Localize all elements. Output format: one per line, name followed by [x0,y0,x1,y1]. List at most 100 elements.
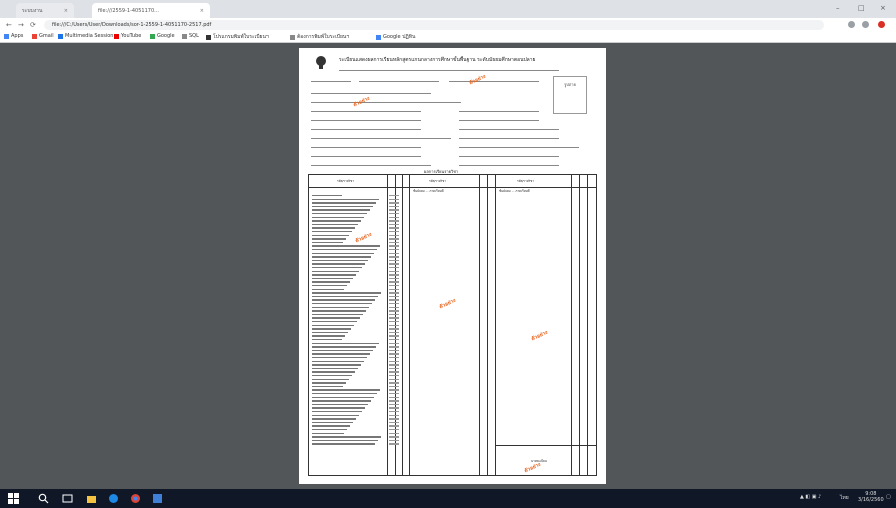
course-row-line [312,371,355,373]
grade-mark [389,241,399,244]
menu-icon[interactable] [878,21,885,28]
field-line [311,138,451,139]
grade-mark [389,277,399,280]
field-line [311,147,421,148]
close-icon[interactable]: × [64,8,68,14]
column-divider [402,175,403,475]
course-row-line [312,411,362,413]
forward-icon[interactable]: → [18,21,24,29]
star-icon[interactable] [848,21,855,28]
course-row-line [312,270,359,272]
course-row-line [312,227,355,229]
grade-mark [389,342,399,344]
column-divider [571,175,572,475]
course-row-line [312,267,362,269]
course-row-line [312,288,344,290]
tray-icons[interactable]: ▲ ◧ ▣ ♪ [800,494,821,500]
reload-icon[interactable]: ⟳ [30,21,36,29]
course-row-line [312,403,368,406]
bookmark-youtube[interactable]: YouTube [114,33,141,39]
grade-mark [389,407,399,409]
divider-line [339,70,559,71]
grade-mark [389,205,399,208]
course-row-line [312,205,373,208]
grade-mark [389,335,399,337]
grade-mark [389,227,399,229]
extension-icon[interactable] [862,21,869,28]
maximize-icon[interactable]: □ [858,4,865,12]
course-row-line [312,285,347,287]
field-line [311,165,431,166]
browser-tab[interactable]: ระบบงาน × [16,3,74,18]
sample-stamp: ตัวอย่าง [468,73,487,87]
course-row-line [312,407,365,409]
grade-mark [389,349,399,352]
course-row-line [312,292,381,294]
pdf-viewer[interactable]: ระเบียนแสดงผลการเรียนหลักสูตรแกนกลางการศ… [0,43,896,489]
course-row-line [312,202,376,204]
input-language[interactable]: ไทย [840,494,849,502]
apps-icon [4,33,9,39]
course-row-line [312,346,376,348]
task-view-icon[interactable] [62,493,73,504]
bookmark-apps[interactable]: Apps [4,33,23,39]
search-icon[interactable] [38,493,49,504]
grade-mark [389,382,399,384]
back-icon[interactable]: ← [6,21,12,29]
course-row-line [312,310,366,312]
grade-mark [389,223,399,226]
grade-mark [389,313,399,316]
bookmark-calendar[interactable]: Google ปฏิทิน [376,33,415,41]
grade-mark [389,400,399,402]
course-row-line [312,241,343,244]
course-row-line [312,353,370,355]
bookmark-gmail[interactable]: Gmail [32,33,54,39]
close-icon[interactable]: × [200,8,204,14]
bookmark-print-program[interactable]: โปรแกรมพิมพ์ใบระเบียนฯ [206,33,269,41]
field-line [311,156,421,157]
course-row-line [312,432,344,434]
windows-start-icon[interactable] [8,493,19,504]
grade-mark [389,245,399,247]
course-row-line [312,382,346,384]
edge-icon[interactable] [108,493,119,504]
bookmark-multimedia[interactable]: Multimedia Session [58,33,113,39]
course-row-line [312,274,356,276]
document-title: ระเบียนแสดงผลการเรียนหลักสูตรแกนกลางการศ… [339,57,536,63]
grade-mark [389,231,399,233]
course-row-line [312,400,371,402]
field-line [449,81,539,82]
course-row-line [312,303,372,305]
pdf-page: ระเบียนแสดงผลการเรียนหลักสูตรแกนกลางการศ… [299,48,606,484]
url-input[interactable]: file:///C:/Users/User/Downloads/sor-1-25… [44,20,824,30]
grade-mark [389,321,399,323]
field-line [459,165,559,166]
file-explorer-icon[interactable] [86,493,97,504]
bookmark-sql[interactable]: SQL [182,33,199,39]
course-row-line [312,245,380,247]
bookmark-print-request[interactable]: ต้องการพิมพ์ใบระเบียนฯ [290,33,349,41]
close-window-icon[interactable]: × [880,4,886,12]
bookmark-google[interactable]: Google [150,33,175,39]
course-row-line [312,252,374,254]
chrome-icon[interactable] [130,493,141,504]
browser-tab-active[interactable]: file:///2559-1-4051170... × [92,3,210,18]
course-row-line [312,367,358,370]
course-row-line [312,324,354,326]
grade-mark [389,346,399,348]
course-row-line [312,299,375,301]
minimize-icon[interactable]: – [836,4,840,12]
course-row-line [312,425,350,427]
column-header: รหัส/รายวิชา [517,179,534,183]
course-row-line [312,234,349,236]
bookmark-icon [58,33,63,39]
grade-mark [389,429,399,431]
clock[interactable]: 9:08 3/16/2560 [858,491,884,503]
course-row-line [312,339,342,341]
windows-taskbar: ▲ ◧ ▣ ♪ ไทย 9:08 3/16/2560 ▢ [0,489,896,508]
notification-icon[interactable]: ▢ [886,494,891,500]
app-icon[interactable] [152,493,163,504]
grade-mark [389,385,399,388]
field-line [459,129,559,130]
column-divider [479,175,480,475]
